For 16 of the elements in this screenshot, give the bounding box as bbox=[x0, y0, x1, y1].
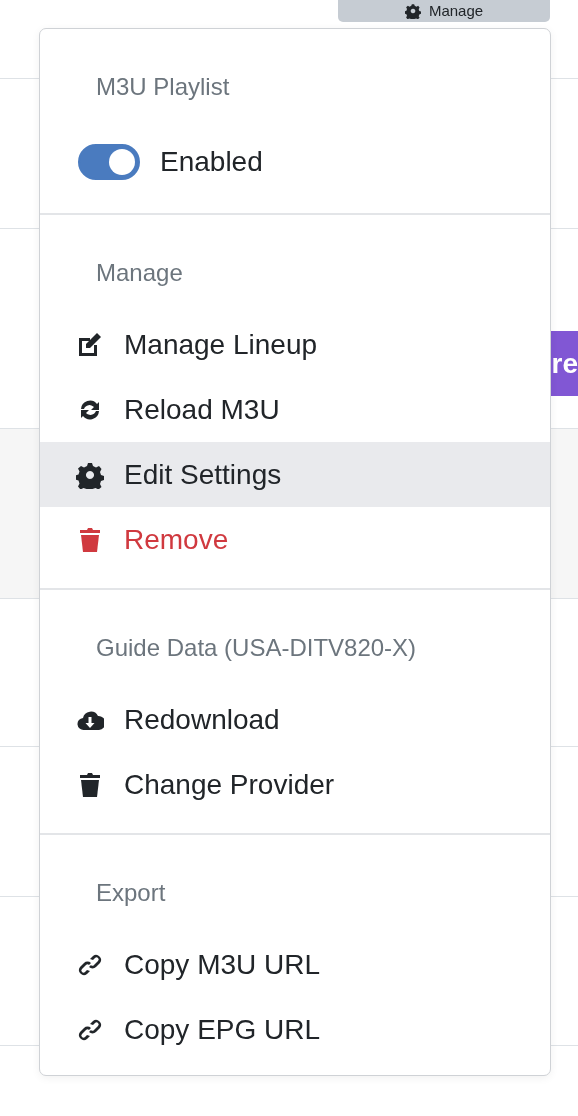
menu-item[interactable]: Remove bbox=[40, 507, 550, 572]
menu-item[interactable]: Copy EPG URL bbox=[40, 997, 550, 1062]
menu-item[interactable]: Redownload bbox=[40, 687, 550, 752]
menu-item[interactable]: Copy M3U URL bbox=[40, 932, 550, 997]
edit-icon bbox=[76, 330, 104, 359]
section-header: Manage bbox=[95, 258, 184, 288]
menu-item[interactable]: Edit Settings bbox=[40, 442, 550, 507]
section-header: M3U Playlist bbox=[95, 72, 231, 102]
menu-item[interactable]: Change Provider bbox=[40, 752, 550, 817]
toggle-label: Enabled bbox=[160, 144, 263, 179]
toggle-switch[interactable] bbox=[78, 143, 140, 180]
settings-icon bbox=[404, 3, 421, 19]
settings-icon bbox=[76, 460, 104, 489]
section-header: Guide Data (USA-DITV820-X) bbox=[95, 633, 418, 663]
manage-button[interactable]: Manage bbox=[338, 0, 550, 22]
section-header: Export bbox=[95, 878, 167, 908]
